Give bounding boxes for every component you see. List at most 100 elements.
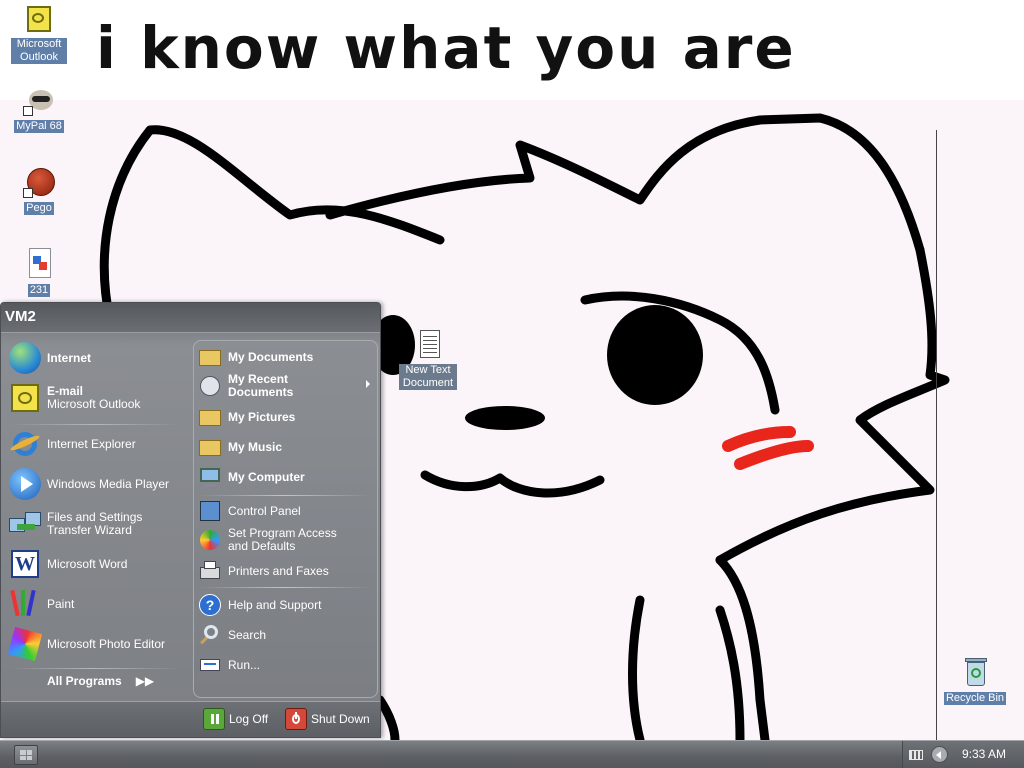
recent-documents-icon: [198, 374, 222, 398]
desktop-icon-new-text-document[interactable]: New Text Document: [392, 330, 464, 390]
folder-documents-icon: [198, 345, 222, 369]
start-menu-paint[interactable]: Paint: [9, 588, 74, 620]
taskbar-clock[interactable]: 9:33 AM: [962, 747, 1006, 761]
start-menu-my-pictures[interactable]: My Pictures: [198, 405, 374, 429]
wallpaper-edge-line: [936, 130, 937, 740]
help-icon: ?: [198, 593, 222, 617]
start-menu-my-computer[interactable]: My Computer: [198, 465, 374, 489]
log-off-button[interactable]: Log Off: [203, 708, 268, 730]
log-off-icon: [203, 708, 225, 730]
start-menu: VM2 Internet E-mail Microsoft Outlook In…: [0, 302, 381, 738]
program-access-icon: [198, 528, 222, 552]
start-menu-search[interactable]: Search: [198, 623, 374, 647]
start-menu-windows-media-player[interactable]: Windows Media Player: [9, 468, 169, 500]
separator: [9, 668, 179, 669]
photo-editor-icon: [7, 626, 43, 662]
log-off-label: Log Off: [229, 712, 269, 726]
start-menu-user-name: VM2: [1, 303, 380, 333]
printer-icon: [198, 559, 222, 583]
start-menu-places-column: My Documents My Recent Documents My Pict…: [193, 340, 378, 698]
system-tray: 9:33 AM: [902, 741, 1024, 768]
outlook-icon: [9, 382, 41, 414]
paint-icon: [9, 588, 41, 620]
photo-editor-label: Microsoft Photo Editor: [47, 636, 166, 651]
internet-explorer-icon: [9, 428, 41, 460]
desktop-icon-label: MyPal 68: [14, 120, 64, 133]
double-arrow-icon: ▶▶: [135, 674, 155, 688]
windows-media-player-label: Windows Media Player: [47, 476, 170, 491]
desktop-icon-pego[interactable]: Pego: [3, 166, 75, 215]
shut-down-icon: [285, 708, 307, 730]
start-button[interactable]: [14, 745, 38, 765]
email-sublabel: Microsoft Outlook: [47, 397, 141, 411]
globe-icon: [9, 342, 41, 374]
search-label: Search: [228, 627, 267, 642]
run-label: Run...: [228, 657, 261, 672]
computer-icon: [198, 465, 222, 489]
desktop-icon-label: Microsoft Outlook: [11, 38, 67, 64]
my-computer-label: My Computer: [228, 469, 305, 484]
search-icon: [198, 623, 222, 647]
desktop-icon-recycle-bin[interactable]: Recycle Bin: [939, 656, 1011, 705]
desktop-icon-label: Recycle Bin: [943, 692, 1007, 705]
my-pictures-label: My Pictures: [228, 409, 296, 424]
start-menu-programs-column: Internet E-mail Microsoft Outlook Intern…: [1, 334, 193, 704]
separator: [200, 587, 370, 588]
control-panel-icon: [198, 499, 222, 523]
word-icon: W: [9, 548, 41, 580]
start-menu-bottom-bar: Log Off Shut Down: [1, 701, 380, 737]
printers-and-faxes-label: Printers and Faxes: [228, 563, 329, 578]
paint-label: Paint: [47, 596, 75, 611]
desktop-icon-231[interactable]: 231: [3, 248, 75, 297]
start-menu-internet-explorer[interactable]: Internet Explorer: [9, 428, 136, 460]
transfer-wizard-icon: [9, 508, 41, 540]
start-menu-photo-editor[interactable]: Microsoft Photo Editor: [7, 626, 166, 662]
start-menu-my-documents[interactable]: My Documents: [198, 345, 374, 369]
desktop-icon-mypal[interactable]: MyPal 68: [3, 84, 75, 133]
internet-explorer-label: Internet Explorer: [47, 436, 136, 451]
help-and-support-label: Help and Support: [228, 597, 322, 612]
all-programs-label: All Programs: [47, 674, 122, 688]
separator: [9, 424, 179, 425]
transfer-wizard-label-line2: Transfer Wizard: [47, 523, 132, 537]
folder-music-icon: [198, 435, 222, 459]
desktop-icon-outlook[interactable]: Microsoft Outlook: [3, 4, 75, 64]
start-windows-icon: [20, 750, 32, 760]
text-document-icon: [412, 330, 444, 362]
start-menu-help-and-support[interactable]: ? Help and Support: [198, 593, 374, 617]
image-file-icon: [23, 248, 55, 280]
media-player-icon: [9, 468, 41, 500]
my-documents-label: My Documents: [228, 349, 314, 364]
shut-down-button[interactable]: Shut Down: [285, 708, 370, 730]
pego-icon: [23, 166, 55, 198]
my-music-label: My Music: [228, 439, 283, 454]
start-menu-all-programs[interactable]: All Programs ▶▶: [47, 675, 154, 688]
recycle-bin-icon: [959, 656, 991, 688]
start-menu-transfer-wizard[interactable]: Files and Settings Transfer Wizard: [9, 508, 142, 540]
start-menu-set-program-access[interactable]: Set Program Access and Defaults: [198, 527, 374, 553]
start-menu-control-panel[interactable]: Control Panel: [198, 499, 374, 523]
desktop-icon-label: Pego: [24, 202, 54, 215]
start-menu-my-recent-documents[interactable]: My Recent Documents: [198, 373, 374, 399]
internet-label: Internet: [47, 350, 92, 365]
start-menu-my-music[interactable]: My Music: [198, 435, 374, 459]
outlook-icon: [23, 4, 55, 36]
start-menu-microsoft-word[interactable]: W Microsoft Word: [9, 548, 127, 580]
start-menu-email[interactable]: E-mail Microsoft Outlook: [9, 382, 140, 414]
microsoft-word-label: Microsoft Word: [47, 556, 128, 571]
desktop-icon-label: 231: [27, 284, 51, 297]
start-menu-run[interactable]: Run...: [198, 653, 374, 677]
start-menu-internet[interactable]: Internet: [9, 342, 91, 374]
my-recent-documents-label-line2: Documents: [228, 385, 294, 399]
set-program-access-label-line2: and Defaults: [228, 539, 296, 553]
folder-pictures-icon: [198, 405, 222, 429]
run-icon: [198, 653, 222, 677]
taskbar: 9:33 AM: [0, 740, 1024, 768]
submenu-arrow-icon: [366, 380, 370, 388]
start-menu-printers-and-faxes[interactable]: Printers and Faxes: [198, 559, 374, 583]
desktop-icon-label: New Text Document: [399, 364, 457, 390]
tray-collapse-icon[interactable]: [931, 746, 948, 763]
shut-down-label: Shut Down: [311, 712, 370, 726]
raccoon-icon: [23, 84, 55, 116]
keyboard-icon[interactable]: [909, 750, 923, 760]
